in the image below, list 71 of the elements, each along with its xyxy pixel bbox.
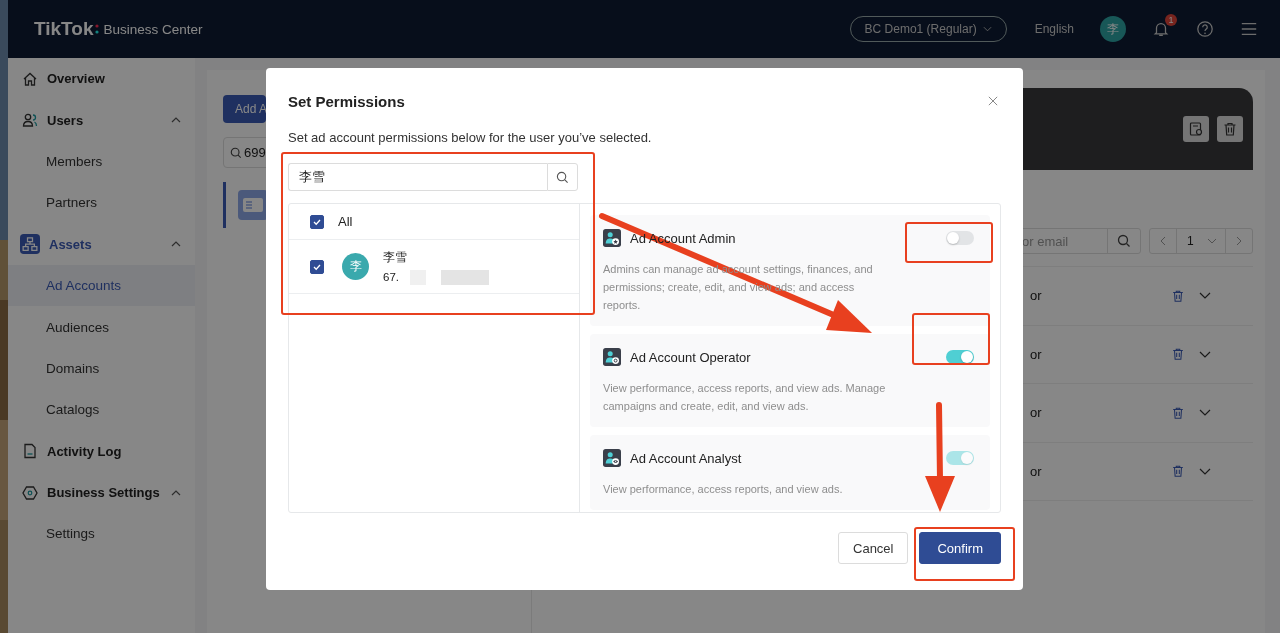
language-selector[interactable]: English bbox=[1034, 22, 1074, 36]
search-icon bbox=[1117, 234, 1131, 248]
menu-icon[interactable] bbox=[1240, 20, 1258, 38]
home-icon bbox=[22, 70, 38, 87]
option-label: All bbox=[338, 214, 353, 229]
search-button[interactable] bbox=[547, 163, 578, 191]
chevron-down-icon[interactable] bbox=[1199, 292, 1211, 300]
nav-item[interactable]: Domains bbox=[8, 347, 195, 390]
trash-icon[interactable] bbox=[1171, 288, 1185, 303]
nav-group[interactable]: Business Settings bbox=[8, 471, 195, 514]
dialog-title: Set Permissions bbox=[288, 92, 405, 110]
bell-icon[interactable] bbox=[1152, 20, 1170, 38]
role-description: View performance, access reports, and view ads. bbox=[603, 482, 844, 497]
product-name: Business Center bbox=[103, 21, 203, 37]
toggle-switch[interactable] bbox=[946, 231, 974, 245]
cancel-button[interactable]: Cancel bbox=[838, 532, 909, 564]
table-cell-text: or bbox=[1030, 288, 1043, 304]
chevron-left-icon bbox=[1160, 236, 1166, 246]
checkbox[interactable] bbox=[310, 214, 324, 229]
nav-group[interactable]: Users bbox=[8, 99, 195, 141]
trash-icon[interactable] bbox=[1171, 405, 1185, 420]
search-icon bbox=[230, 146, 242, 159]
user-eye-icon bbox=[603, 449, 621, 467]
nav-group[interactable]: Assets bbox=[8, 223, 195, 265]
edit-button[interactable] bbox=[1183, 116, 1209, 142]
hierarchy-icon bbox=[20, 234, 40, 255]
checkbox[interactable] bbox=[310, 259, 324, 274]
role-description: View performance, access reports, and view ads. Manage campaigns and create, edit, and view ads. bbox=[603, 381, 887, 414]
delete-button[interactable] bbox=[1217, 116, 1243, 142]
document-icon bbox=[22, 443, 38, 460]
logo[interactable]: TikTok bbox=[34, 18, 94, 40]
redaction-block bbox=[441, 269, 489, 285]
nav-item[interactable]: Ad Accounts bbox=[8, 264, 195, 307]
dots-icon bbox=[95, 23, 100, 35]
role-title: Ad Account Analyst bbox=[630, 450, 743, 466]
nav-item[interactable]: Audiences bbox=[8, 306, 195, 348]
page-selector[interactable]: 1 bbox=[1176, 229, 1226, 253]
chevron-down-icon[interactable] bbox=[1199, 350, 1211, 358]
user-name: 李雪 bbox=[383, 248, 408, 266]
caret-icon bbox=[982, 26, 992, 32]
nav-item[interactable]: Settings bbox=[8, 513, 195, 555]
close-icon[interactable] bbox=[988, 96, 998, 106]
table-cell-text: or bbox=[1030, 346, 1043, 362]
nav-item[interactable]: Catalogs bbox=[8, 389, 195, 431]
avatar: 李 bbox=[342, 253, 369, 280]
user-id: 67. bbox=[383, 271, 399, 283]
trash-icon[interactable] bbox=[1171, 464, 1185, 479]
nav-item[interactable]: Members bbox=[8, 140, 195, 183]
notification-count: 1 bbox=[1165, 14, 1177, 26]
search-icon bbox=[556, 170, 569, 184]
table-cell-text: or bbox=[1030, 405, 1043, 421]
toggle-switch[interactable] bbox=[946, 350, 974, 364]
dialog-subtitle: Set ad account permissions below for the user you’ve selected. bbox=[288, 130, 653, 145]
role-title: Ad Account Operator bbox=[630, 349, 752, 365]
trash-icon[interactable] bbox=[1171, 347, 1185, 362]
hexagon-icon bbox=[22, 484, 38, 501]
trash-icon bbox=[1222, 121, 1238, 137]
search-field[interactable]: 李雪 bbox=[288, 163, 547, 191]
chevron-down-icon[interactable] bbox=[1199, 409, 1211, 417]
document-gear-icon bbox=[1188, 121, 1204, 137]
confirm-button[interactable]: Confirm bbox=[919, 532, 1001, 564]
chevron-right-icon bbox=[1236, 236, 1242, 246]
chevron-down-icon[interactable] bbox=[1199, 467, 1211, 475]
help-icon[interactable] bbox=[1196, 20, 1214, 38]
chevron-down-icon bbox=[1207, 238, 1217, 244]
user-gear-icon bbox=[603, 348, 621, 366]
nav-group[interactable]: Activity Log bbox=[8, 430, 195, 472]
table-cell-text: or bbox=[1030, 463, 1043, 479]
nav-group[interactable]: Overview bbox=[8, 58, 195, 100]
users-icon bbox=[22, 112, 38, 129]
nav-item[interactable]: Partners bbox=[8, 182, 195, 224]
